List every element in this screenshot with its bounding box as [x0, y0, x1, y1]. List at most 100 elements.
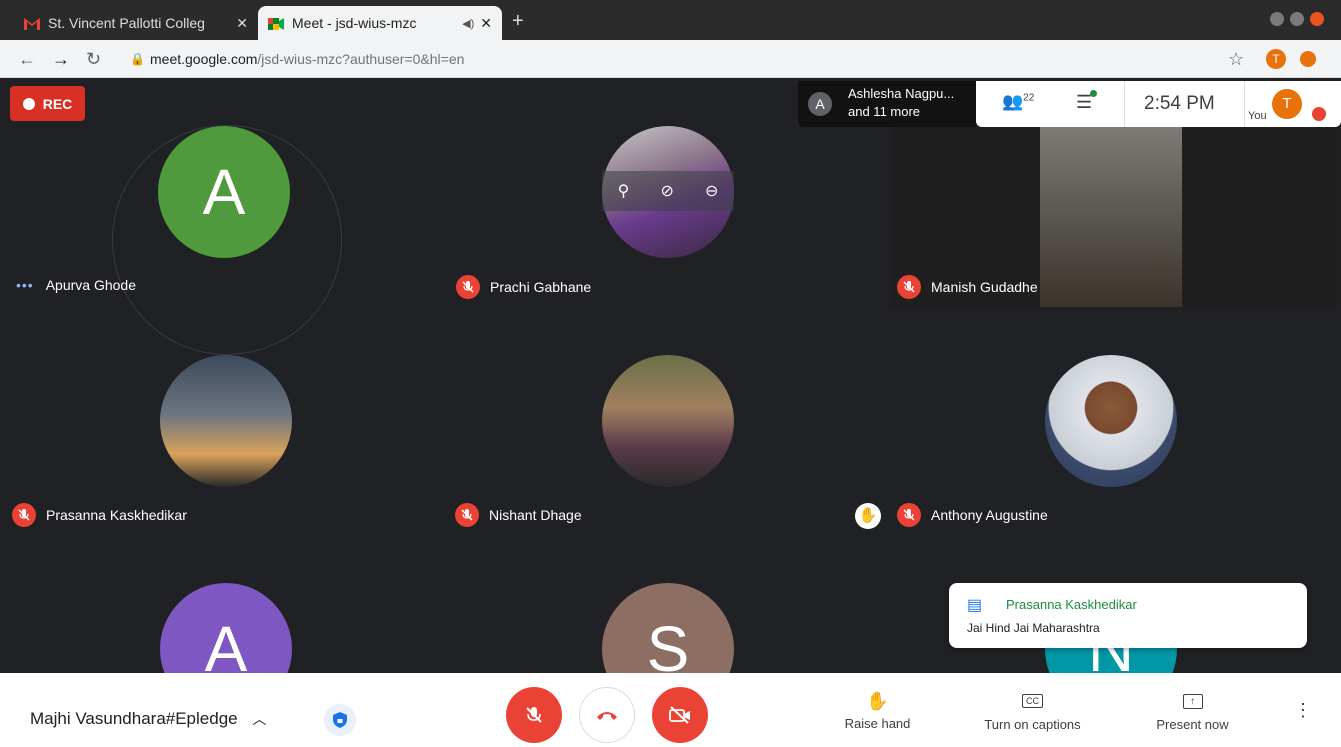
back-icon[interactable]: ←	[18, 49, 36, 70]
speaking-dots-icon: •••	[16, 277, 34, 293]
raise-hand-button[interactable]: ✋ Raise hand	[830, 691, 925, 731]
chat-button[interactable]: ☰	[1076, 90, 1097, 113]
new-tab-icon[interactable]: +	[512, 10, 524, 33]
more-options-icon[interactable]: ⋮	[1294, 701, 1312, 719]
call-controls: Majhi Vasundhara#Epledge ︿ ✋ Raise hand …	[0, 673, 1341, 747]
divider	[1244, 81, 1245, 127]
extension-icon[interactable]	[1300, 51, 1316, 67]
url-host: meet.google.com	[150, 51, 258, 67]
present-label: Present now	[1156, 717, 1229, 732]
raised-hand-icon: ✋	[855, 503, 881, 529]
clock: 2:54 PM	[1144, 93, 1215, 114]
participant-label: Anthony Augustine	[897, 503, 1048, 527]
meet-icon	[268, 17, 284, 30]
notification-sender: Prasanna Kaskhedikar	[1006, 597, 1137, 612]
mic-off-icon	[455, 503, 479, 527]
raise-hand-label: Raise hand	[844, 716, 911, 731]
hand-icon: ✋	[866, 691, 889, 711]
tab-label: Meet - jsd-wius-mzc	[292, 15, 417, 31]
hangup-icon	[597, 712, 617, 720]
avatar: S	[602, 583, 734, 673]
maximize-icon[interactable]	[1290, 12, 1304, 26]
self-mic-off-icon	[1312, 107, 1326, 121]
meeting-top-bar: 👥22 ☰ 2:54 PM You T	[976, 81, 1341, 127]
participant-name: Apurva Ghode	[45, 277, 137, 293]
host-controls-button[interactable]	[324, 704, 356, 736]
url-path: /jsd-wius-mzc?authuser=0&hl=en	[257, 51, 465, 67]
minimize-icon[interactable]	[1270, 12, 1284, 26]
address-bar: ← → ↻ 🔒 meet.google.com/jsd-wius-mzc?aut…	[0, 40, 1341, 78]
close-tab-icon[interactable]: ✕	[236, 15, 248, 32]
participant-label: Nishant Dhage	[455, 503, 582, 527]
shield-lock-icon	[333, 712, 347, 728]
forward-icon[interactable]: →	[52, 49, 70, 70]
recording-badge: REC	[10, 86, 85, 121]
mic-off-icon	[12, 503, 36, 527]
participant-video	[1040, 127, 1182, 307]
you-label: You	[1248, 110, 1267, 122]
tab-label: St. Vincent Pallotti Colleg	[48, 15, 205, 31]
people-button[interactable]: 👥22	[1002, 92, 1034, 112]
audio-icon: ◀︎)	[462, 17, 475, 30]
self-avatar[interactable]: T	[1272, 89, 1302, 119]
participant-count: 22	[1023, 92, 1035, 104]
chat-message-icon: ▤	[967, 597, 983, 614]
mic-off-icon	[897, 503, 921, 527]
participant-label: Prasanna Kaskhedikar	[12, 503, 187, 527]
avatar-initial: A	[202, 156, 246, 228]
participant-name: Anthony Augustine	[931, 507, 1048, 523]
presenter-avatar: A	[808, 92, 832, 116]
present-now-button[interactable]: ↑ Present now	[1145, 691, 1240, 732]
participant-name: Prachi Gabhane	[490, 279, 592, 295]
camera-off-icon	[669, 706, 690, 724]
participant-label: Manish Gudadhe	[897, 275, 1038, 299]
record-dot-icon	[22, 97, 35, 110]
camera-toggle-button[interactable]	[652, 687, 708, 743]
close-window-icon[interactable]	[1310, 12, 1324, 26]
avatar-photo	[602, 355, 734, 487]
captions-button[interactable]: CC Turn on captions	[970, 691, 1095, 732]
captions-label: Turn on captions	[984, 717, 1081, 732]
tab-bar: St. Vincent Pallotti Colleg ✕ Meet - jsd…	[0, 0, 1341, 40]
remove-participant-icon[interactable]: ⊖	[705, 181, 718, 201]
reload-icon[interactable]: ↻	[86, 49, 101, 70]
divider	[1124, 81, 1125, 127]
mic-off-icon	[526, 707, 542, 723]
close-tab-icon[interactable]: ✕	[480, 15, 492, 32]
people-icon: 👥	[1002, 92, 1024, 111]
presenter-name: Ashlesha Nagpu...	[848, 86, 955, 101]
chat-notification[interactable]: ▤ Prasanna Kaskhedikar Jai Hind Jai Maha…	[949, 583, 1307, 648]
participant-label: Prachi Gabhane	[456, 275, 591, 299]
meeting-name: Majhi Vasundhara#Epledge	[30, 709, 238, 728]
avatar-initial: A	[204, 613, 248, 673]
present-icon: ↑	[1182, 694, 1203, 709]
pin-icon[interactable]: ⚲	[618, 181, 630, 201]
notification-message: Jai Hind Jai Maharashtra	[967, 621, 1100, 635]
mic-off-icon	[456, 275, 480, 299]
gmail-icon	[24, 17, 40, 30]
participant-name: Manish Gudadhe	[931, 279, 1038, 295]
captions-icon: CC	[1022, 694, 1043, 708]
avatar-initial: S	[646, 613, 690, 673]
presenter-more: and 11 more	[848, 104, 921, 119]
avatar: A	[158, 126, 290, 258]
avatar-photo	[160, 355, 292, 487]
presenter-info[interactable]: A Ashlesha Nagpu... and 11 more	[798, 81, 976, 127]
leave-call-button[interactable]	[579, 687, 635, 743]
meeting-details[interactable]: Majhi Vasundhara#Epledge ︿	[30, 709, 266, 729]
participant-label: ••• Apurva Ghode	[16, 277, 136, 293]
tab-gmail[interactable]: St. Vincent Pallotti Colleg ✕	[14, 6, 258, 40]
mic-toggle-button[interactable]	[506, 687, 562, 743]
mute-participant-icon[interactable]: ⊘	[660, 181, 673, 201]
unread-dot	[1090, 90, 1097, 97]
lock-icon[interactable]: 🔒	[130, 52, 145, 66]
profile-avatar[interactable]: T	[1266, 49, 1286, 69]
chevron-up-icon: ︿	[252, 711, 267, 727]
participant-name: Nishant Dhage	[489, 507, 582, 523]
tab-meet[interactable]: Meet - jsd-wius-mzc ◀︎) ✕	[258, 6, 502, 40]
avatar: A	[160, 583, 292, 673]
bookmark-star-icon[interactable]: ☆	[1228, 49, 1244, 70]
avatar-photo	[1045, 355, 1177, 487]
url-field[interactable]: meet.google.com/jsd-wius-mzc?authuser=0&…	[150, 51, 464, 67]
mic-off-icon	[897, 275, 921, 299]
